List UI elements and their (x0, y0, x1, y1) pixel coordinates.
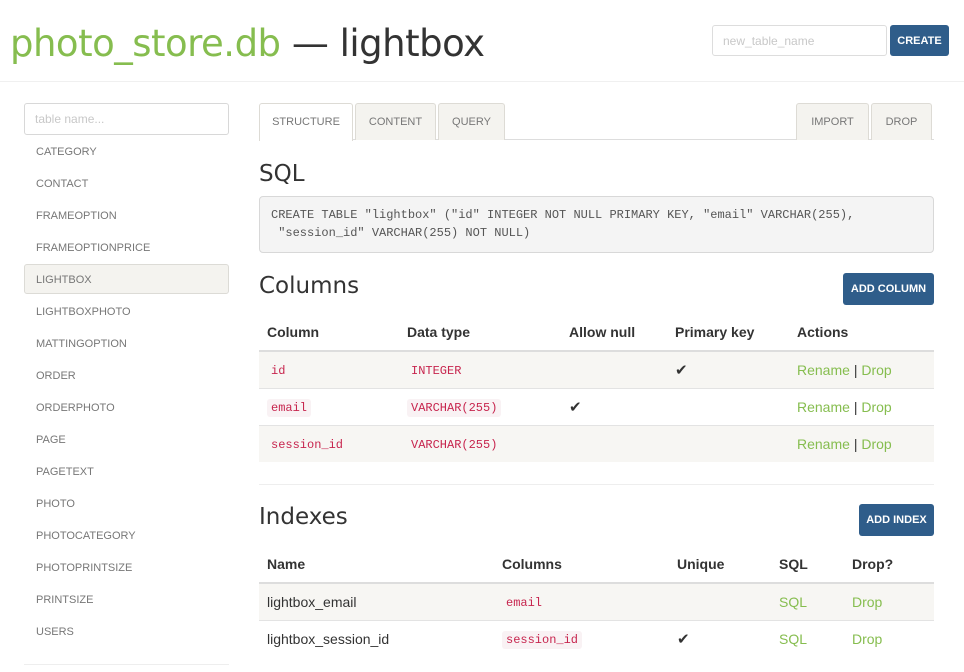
action-separator: | (853, 398, 858, 415)
tab-drop[interactable]: DROP (871, 103, 932, 140)
sidebar-divider (24, 664, 229, 665)
index-sql-link[interactable]: SQL (779, 631, 807, 647)
sidebar-item-lightbox[interactable]: LIGHTBOX (24, 264, 229, 294)
sidebar-item-category[interactable]: CATEGORY (24, 136, 229, 166)
database-name[interactable]: photo_store.db (10, 22, 281, 65)
sidebar: CATEGORY CONTACT FRAMEOPTION FRAMEOPTION… (24, 103, 229, 648)
index-header-columns: Columns (494, 545, 669, 584)
sidebar-item-frameoptionprice[interactable]: FRAMEOPTIONPRICE (24, 232, 229, 262)
page-title: photo_store.db — lightbox (10, 22, 485, 65)
indexes-heading: Indexes (259, 504, 348, 530)
indexes-header-row: Name Columns Unique SQL Drop? (259, 545, 934, 584)
index-name: lightbox_session_id (267, 630, 390, 647)
rename-column-link[interactable]: Rename (797, 362, 850, 378)
column-name: id (271, 364, 286, 379)
rename-column-link[interactable]: Rename (797, 436, 850, 452)
sidebar-item-order[interactable]: ORDER (24, 360, 229, 390)
column-header-allow-null: Allow null (561, 313, 667, 352)
column-type: VARCHAR(255) (407, 399, 502, 417)
indexes-table: Name Columns Unique SQL Drop? lightbox_e… (259, 545, 934, 657)
tab-query[interactable]: QUERY (438, 103, 505, 140)
columns-heading: Columns (259, 273, 360, 299)
table-list: CATEGORY CONTACT FRAMEOPTION FRAMEOPTION… (24, 136, 229, 646)
index-header-unique: Unique (669, 545, 771, 584)
sidebar-item-frameoption[interactable]: FRAMEOPTION (24, 200, 229, 230)
index-columns: session_id (502, 631, 583, 650)
action-separator: | (853, 361, 858, 378)
sidebar-item-photoprintsize[interactable]: PHOTOPRINTSIZE (24, 552, 229, 582)
column-header-column: Column (259, 313, 399, 352)
table-row: lightbox_session_id session_id ✔ SQL Dro… (259, 620, 934, 657)
drop-column-link[interactable]: Drop (861, 436, 891, 452)
index-header-sql: SQL (771, 545, 844, 584)
sidebar-item-contact[interactable]: CONTACT (24, 168, 229, 198)
drop-index-link[interactable]: Drop (852, 594, 882, 610)
index-columns: email (506, 596, 543, 611)
sql-heading: SQL (259, 161, 305, 187)
sidebar-item-orderphoto[interactable]: ORDERPHOTO (24, 392, 229, 422)
check-icon: ✔ (675, 361, 688, 379)
sidebar-item-page[interactable]: PAGE (24, 424, 229, 454)
page-header: photo_store.db — lightbox CREATE (0, 0, 964, 82)
check-icon: ✔ (677, 630, 690, 648)
table-row: session_id VARCHAR(255) Rename | Drop (259, 425, 934, 462)
table-search-input[interactable] (24, 103, 229, 135)
table-row: lightbox_email email SQL Drop (259, 583, 934, 621)
action-separator: | (853, 435, 858, 452)
column-name: session_id (271, 438, 344, 453)
create-table-button[interactable]: CREATE (890, 25, 949, 56)
index-header-name: Name (259, 545, 494, 584)
sidebar-item-printsize[interactable]: PRINTSIZE (24, 584, 229, 614)
column-name: email (267, 399, 312, 417)
column-header-actions: Actions (789, 313, 934, 352)
add-column-button[interactable]: ADD COLUMN (843, 273, 934, 305)
tab-content[interactable]: CONTENT (355, 103, 436, 140)
section-divider (259, 484, 934, 485)
column-header-primary-key: Primary key (667, 313, 789, 352)
sidebar-item-pagetext[interactable]: PAGETEXT (24, 456, 229, 486)
check-icon: ✔ (569, 398, 582, 416)
table-row: email VARCHAR(255) ✔ Rename | Drop (259, 388, 934, 426)
sidebar-item-lightboxphoto[interactable]: LIGHTBOXPHOTO (24, 296, 229, 326)
sidebar-item-users[interactable]: USERS (24, 616, 229, 646)
tab-bar: STRUCTURE CONTENT QUERY IMPORT DROP (259, 103, 934, 141)
add-index-button[interactable]: ADD INDEX (859, 504, 934, 536)
rename-column-link[interactable]: Rename (797, 399, 850, 415)
table-name: lightbox (339, 22, 485, 65)
tab-import[interactable]: IMPORT (796, 103, 869, 140)
sidebar-item-photocategory[interactable]: PHOTOCATEGORY (24, 520, 229, 550)
table-row: id INTEGER ✔ Rename | Drop (259, 351, 934, 389)
sql-statement: CREATE TABLE "lightbox" ("id" INTEGER NO… (259, 196, 934, 253)
column-type: VARCHAR(255) (411, 438, 498, 453)
sidebar-item-mattingoption[interactable]: MATTINGOPTION (24, 328, 229, 358)
drop-index-link[interactable]: Drop (852, 631, 882, 647)
new-table-name-input[interactable] (712, 25, 887, 56)
main-content: STRUCTURE CONTENT QUERY IMPORT DROP SQL … (259, 103, 934, 650)
drop-column-link[interactable]: Drop (861, 362, 891, 378)
title-separator: — (291, 22, 329, 65)
index-name: lightbox_email (259, 583, 494, 621)
tab-structure[interactable]: STRUCTURE (259, 103, 353, 141)
index-header-drop: Drop? (844, 545, 934, 584)
columns-header-row: Column Data type Allow null Primary key … (259, 313, 934, 352)
index-sql-link[interactable]: SQL (779, 594, 807, 610)
drop-column-link[interactable]: Drop (861, 399, 891, 415)
column-header-data-type: Data type (399, 313, 561, 352)
column-type: INTEGER (411, 364, 462, 379)
columns-table: Column Data type Allow null Primary key … (259, 313, 934, 462)
sidebar-item-photo[interactable]: PHOTO (24, 488, 229, 518)
